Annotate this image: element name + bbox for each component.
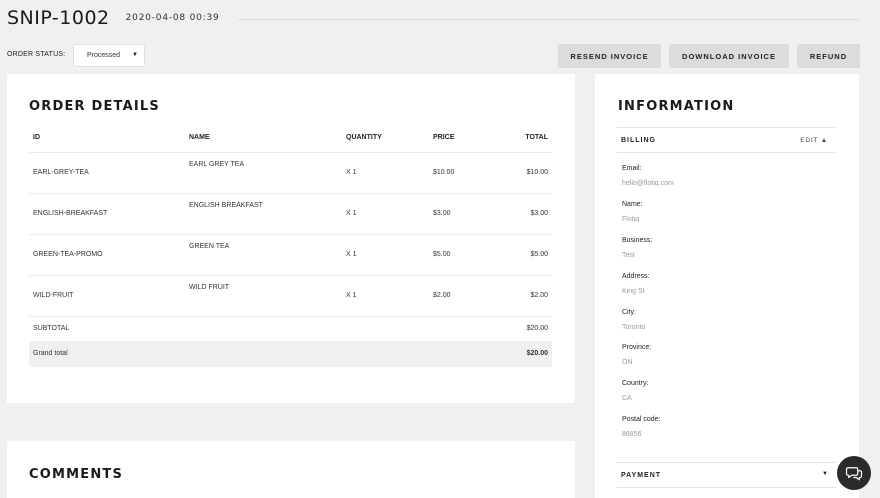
payment-section-header[interactable]: PAYMENT ▼ [617, 462, 836, 488]
order-id-title: SNIP-1002 [7, 7, 110, 29]
billing-label: BILLING [621, 137, 656, 144]
email-value: hello@flotiq.com [622, 180, 674, 187]
row-id: GREEN-TEA-PROMO [33, 251, 103, 258]
table-row: GREEN-TEA-PROMO GREEN TEA X 1 $5.00 $5.0… [29, 234, 552, 275]
table-row: WILD-FRUIT WILD FRUIT X 1 $2.00 $2.00 [29, 275, 552, 316]
name-value: Flotiq [622, 216, 640, 223]
name-label: Name: [622, 201, 643, 208]
payment-label: PAYMENT [621, 472, 662, 479]
grand-total-label: Grand total [33, 350, 68, 357]
row-quantity: X 1 [346, 210, 357, 217]
province-value: ON [622, 359, 633, 366]
row-id: ENGLISH-BREAKFAST [33, 210, 108, 217]
country-value: CA [622, 395, 632, 402]
table-row: ENGLISH-BREAKFAST ENGLISH BREAKFAST X 1 … [29, 193, 552, 234]
city-label: City: [622, 309, 636, 316]
row-name: WILD FRUIT [189, 284, 230, 291]
column-header-name: NAME [189, 134, 210, 141]
column-header-total: TOTAL [525, 134, 548, 141]
row-total: $3.00 [530, 210, 548, 217]
row-total: $10.00 [526, 169, 548, 176]
order-table-header: ID NAME QUANTITY PRICE TOTAL [29, 134, 552, 144]
country-label: Country: [622, 380, 649, 387]
subtotal-label: SUBTOTAL [33, 325, 70, 332]
refund-button[interactable]: REFUND [797, 44, 860, 68]
postal-code-label: Postal code: [622, 416, 661, 423]
row-quantity: X 1 [346, 169, 357, 176]
caret-down-icon: ▼ [822, 471, 828, 477]
order-date: 2020-04-08 00:39 [125, 13, 220, 23]
subtotal-row: SUBTOTAL $20.00 [29, 316, 552, 341]
column-header-id: ID [33, 134, 40, 141]
chat-bubbles-icon [845, 467, 863, 481]
subtotal-value: $20.00 [526, 325, 548, 332]
row-name: EARL GREY TEA [189, 161, 245, 168]
order-status-select[interactable]: Processed ▼ [73, 44, 145, 67]
comments-title: COMMENTS [29, 467, 124, 482]
row-name: ENGLISH BREAKFAST [189, 202, 263, 209]
address-value: King St [622, 288, 645, 295]
chat-button[interactable] [837, 456, 871, 490]
province-label: Province: [622, 344, 652, 351]
page-header: SNIP-1002 2020-04-08 00:39 [7, 6, 859, 30]
business-value: Test [622, 252, 635, 259]
billing-section-header[interactable]: BILLING EDIT ▲ [617, 127, 836, 153]
row-id: EARL-GREY-TEA [33, 169, 89, 176]
business-label: Business: [622, 237, 653, 244]
caret-down-icon: ▼ [132, 52, 138, 58]
address-label: Address: [622, 273, 650, 280]
column-header-quantity: QUANTITY [346, 134, 382, 141]
row-total: $2.00 [530, 292, 548, 299]
row-price: $10.00 [433, 169, 455, 176]
city-value: Toronto [622, 324, 646, 331]
resend-invoice-button[interactable]: RESEND INVOICE [558, 44, 661, 68]
column-header-price: PRICE [433, 134, 455, 141]
row-name: GREEN TEA [189, 243, 230, 250]
row-price: $5.00 [433, 251, 451, 258]
header-divider [237, 18, 859, 20]
download-invoice-button[interactable]: DOWNLOAD INVOICE [669, 44, 789, 68]
grand-total-row: Grand total $20.00 [29, 341, 552, 367]
information-title: INFORMATION [618, 99, 735, 114]
row-quantity: X 1 [346, 292, 357, 299]
table-row: EARL-GREY-TEA EARL GREY TEA X 1 $10.00 $… [29, 152, 552, 193]
email-label: Email: [622, 165, 642, 172]
billing-edit-toggle[interactable]: EDIT ▲ [800, 137, 828, 144]
row-price: $3.00 [433, 210, 451, 217]
row-price: $2.00 [433, 292, 451, 299]
row-total: $5.00 [530, 251, 548, 258]
postal-code-value: 86856 [622, 431, 642, 438]
grand-total-value: $20.00 [526, 350, 548, 357]
order-details-title: ORDER DETAILS [29, 99, 160, 114]
row-id: WILD-FRUIT [33, 292, 74, 299]
order-status-value: Processed [87, 52, 121, 59]
order-status-label: ORDER STATUS: [7, 51, 66, 58]
row-quantity: X 1 [346, 251, 357, 258]
